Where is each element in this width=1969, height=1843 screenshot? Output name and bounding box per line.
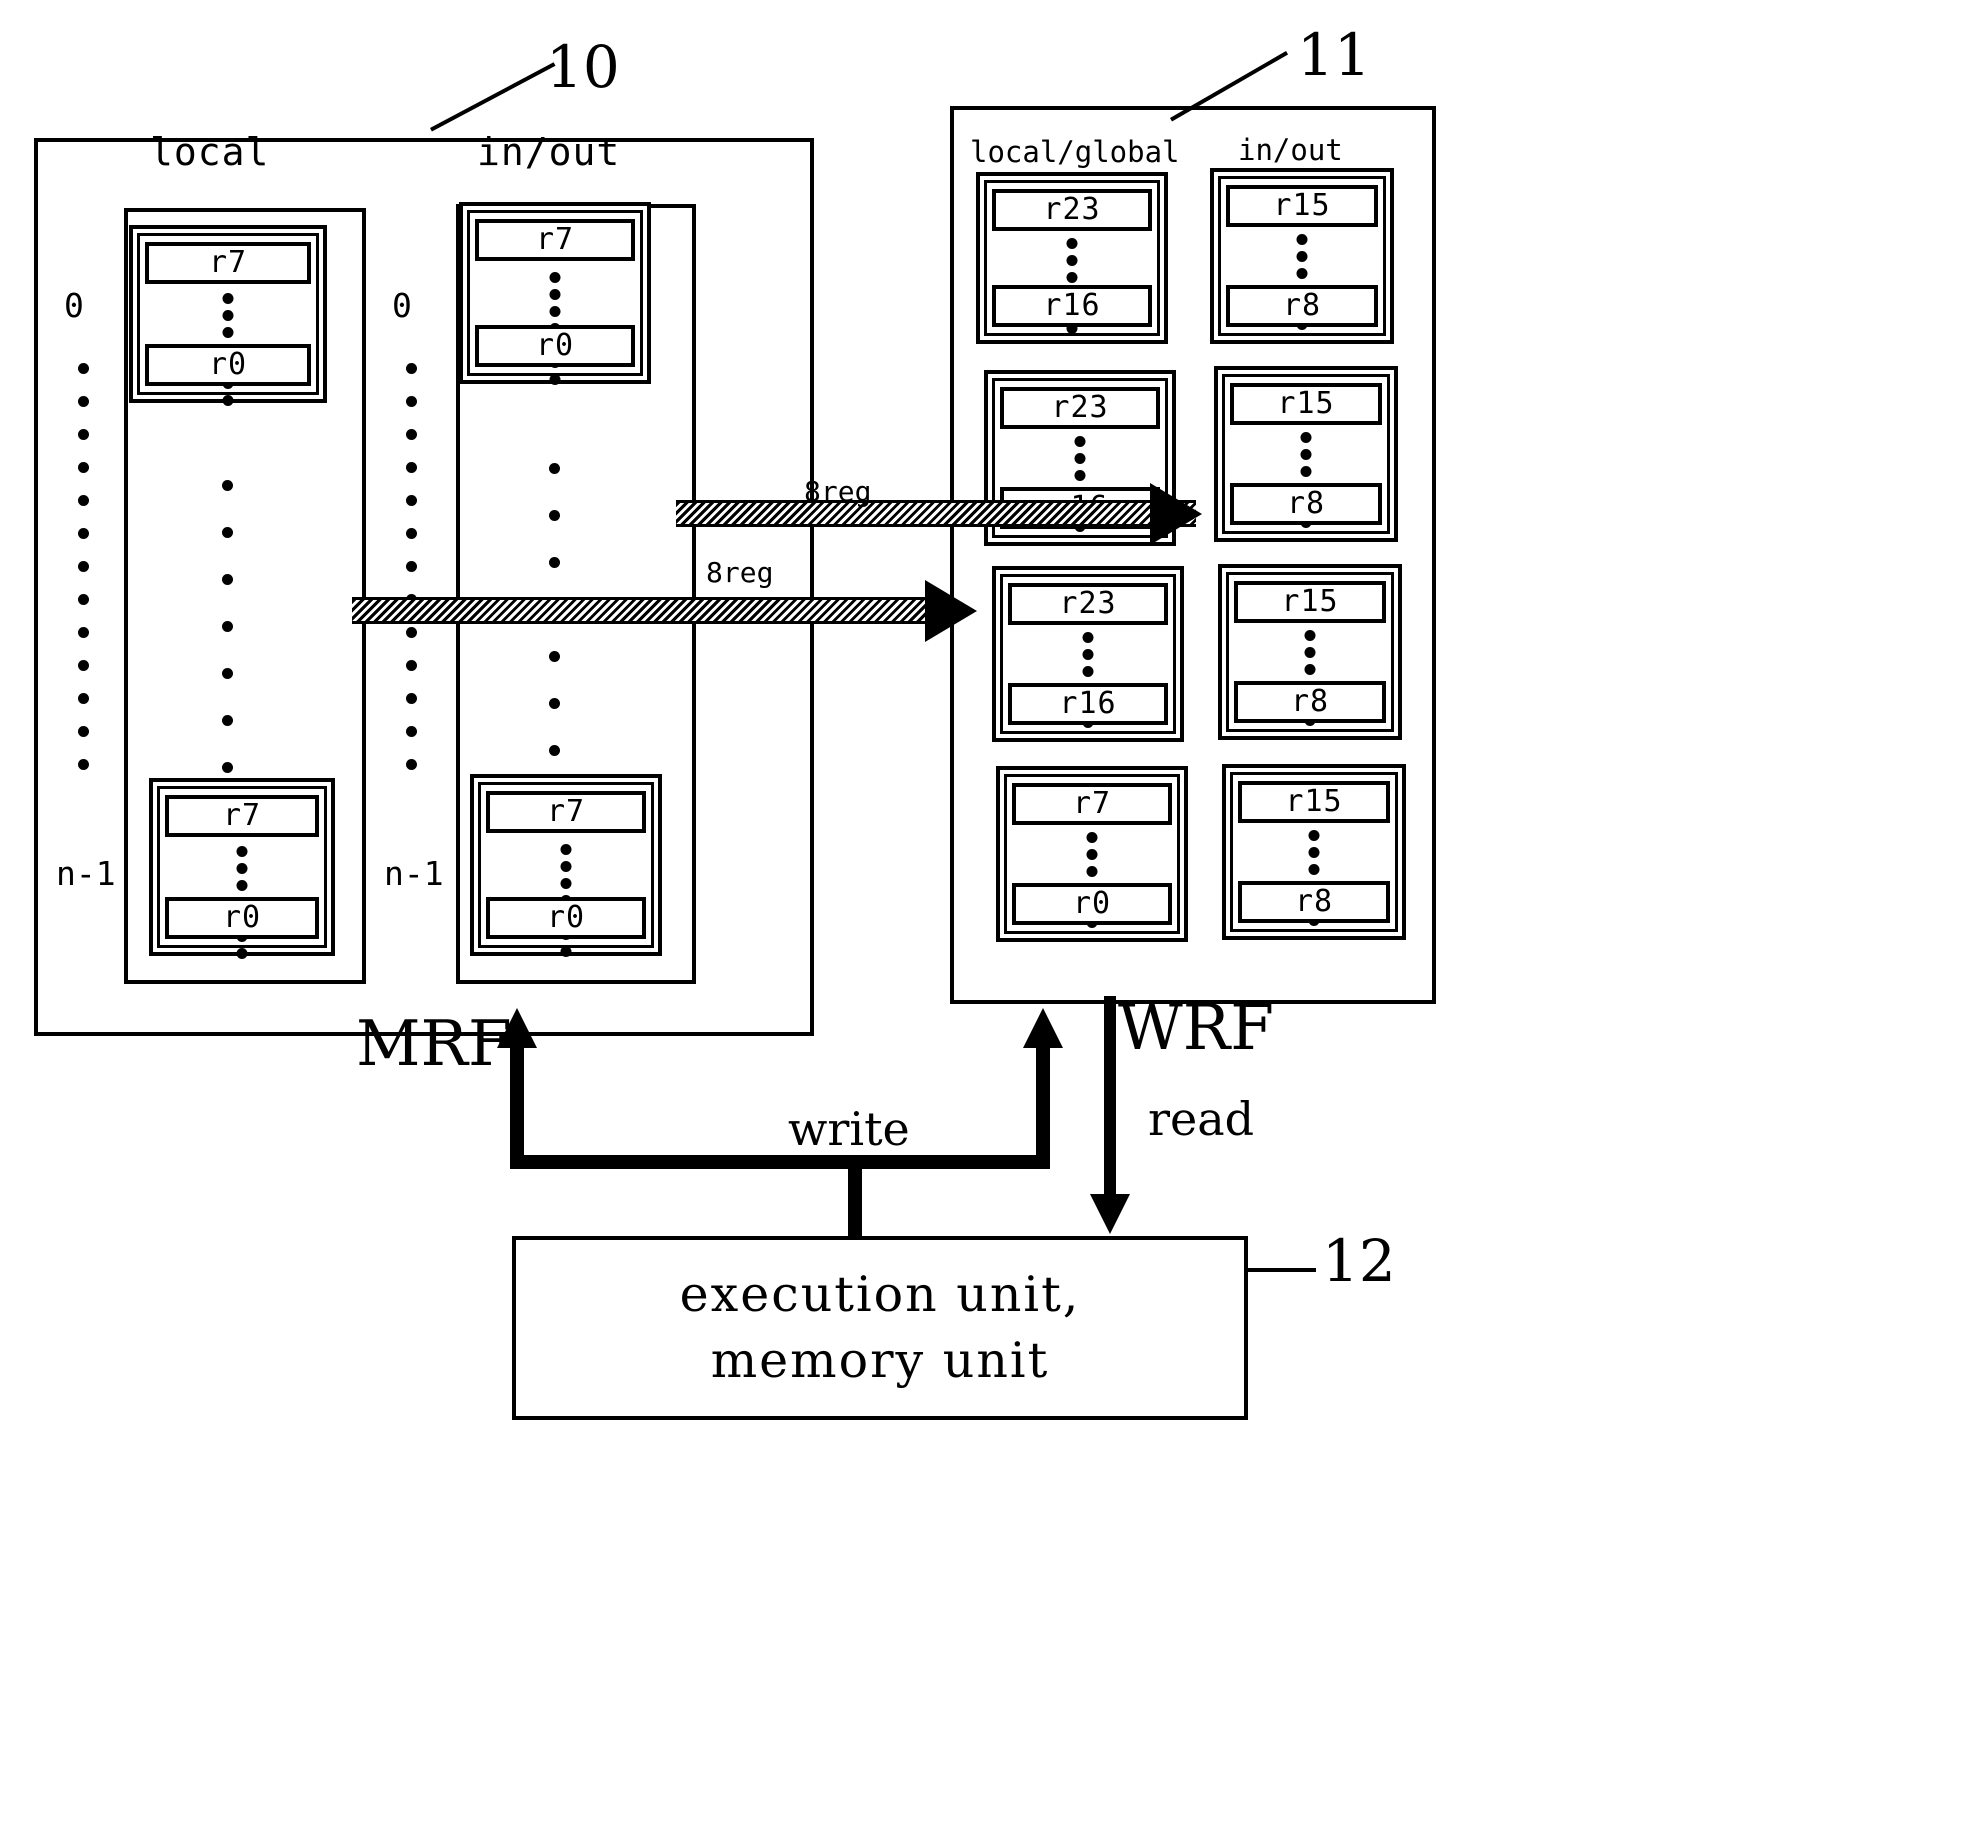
write-bus-mrf-riser [510,1044,524,1167]
register-cell: r0 [475,325,635,367]
wrf-localglobal-bank-3: r7 r0 [996,766,1188,942]
wrf-localglobal-bank-2: r23 r16 [992,566,1184,742]
mrf-inout-bank-last: r7 r0 [470,774,662,957]
ref-12-label: 12 [1322,1227,1396,1295]
mrf-local-header: local [150,130,270,174]
ref-10-label: 10 [546,33,620,101]
register-cell: r8 [1238,881,1390,923]
mrf-local-index-bottom: n-1 [56,854,116,893]
register-cell: r15 [1226,185,1378,227]
register-cell: r23 [1008,583,1168,625]
mrf-local-index-ellipsis [78,352,89,781]
ref-10-lead-line [430,62,556,132]
register-cell: r23 [992,189,1152,231]
mrf-local-bank-last: r7 r0 [149,778,335,959]
register-cell: r16 [1008,683,1168,725]
register-cell: r7 [475,219,635,261]
write-bus-drop-to-exec [848,1155,862,1240]
register-cell: r15 [1230,383,1382,425]
write-bus-horizontal [510,1155,1050,1169]
register-cell: r15 [1238,781,1390,823]
read-bus-arrowhead [1090,1194,1130,1234]
write-label: write [788,1102,910,1156]
wrf-inout-bank-3: r15 r8 [1222,764,1406,940]
register-cell: r15 [1234,581,1386,623]
register-cell: r8 [1226,285,1378,327]
mrf-local-index-top: 0 [64,286,84,325]
bus-8reg-upper-label: 8reg [804,475,872,508]
register-cell: r7 [145,242,311,284]
mrf-inout-index-bottom: n-1 [384,854,444,893]
write-bus-mrf-arrowhead [497,1008,537,1048]
execution-unit-text: execution unit, memory unit [680,1262,1081,1394]
write-bus-wrf-arrowhead [1023,1008,1063,1048]
mrf-local-bank-0: r7 r0 [129,225,327,406]
ref-11-label: 11 [1297,21,1371,89]
register-cell: r0 [145,344,311,386]
wrf-localglobal-bank-0: r23 r16 [976,172,1168,344]
mrf-inout-bank-0: r7 r0 [459,202,651,385]
read-bus-line [1104,996,1116,1202]
wrf-name-label: WRF [1118,991,1274,1064]
mrf-name-label: MRF [356,1007,512,1080]
wrf-inout-bank-0: r15 r8 [1210,168,1394,344]
mrf-inout-index-top: 0 [392,286,412,325]
execution-unit-line2: memory unit [710,1332,1050,1389]
wrf-inout-header: in/out [1238,133,1343,167]
bus-8reg-lower-arrowhead [925,580,977,642]
register-cell: r7 [165,795,319,837]
register-cell: r0 [486,897,646,939]
mrf-inout-index-ellipsis [406,352,417,781]
register-cell: r0 [1012,883,1172,925]
register-cell: r23 [1000,387,1160,429]
register-cell: r16 [992,285,1152,327]
bus-8reg-lower-label: 8reg [706,556,774,589]
bus-8reg-upper [676,500,1196,527]
bus-8reg-upper-arrowhead [1150,483,1202,545]
wrf-inout-bank-2: r15 r8 [1218,564,1402,740]
wrf-localglobal-header: local/global [970,135,1180,169]
register-cell: r8 [1234,681,1386,723]
read-label: read [1148,1092,1255,1146]
execution-memory-unit-box: execution unit, memory unit [512,1236,1248,1420]
register-cell: r7 [1012,783,1172,825]
register-cell: r7 [486,791,646,833]
mrf-inout-bank-ellipsis [549,445,560,821]
wrf-inout-bank-1: r15 r8 [1214,366,1398,542]
write-bus-wrf-riser [1036,1044,1050,1167]
register-cell: r0 [165,897,319,939]
mrf-inout-header: in/out [477,130,621,174]
ref-12-lead-line [1244,1268,1316,1272]
bus-8reg-lower [352,597,954,624]
register-cell: r8 [1230,483,1382,525]
execution-unit-line1: execution unit, [679,1265,1081,1323]
